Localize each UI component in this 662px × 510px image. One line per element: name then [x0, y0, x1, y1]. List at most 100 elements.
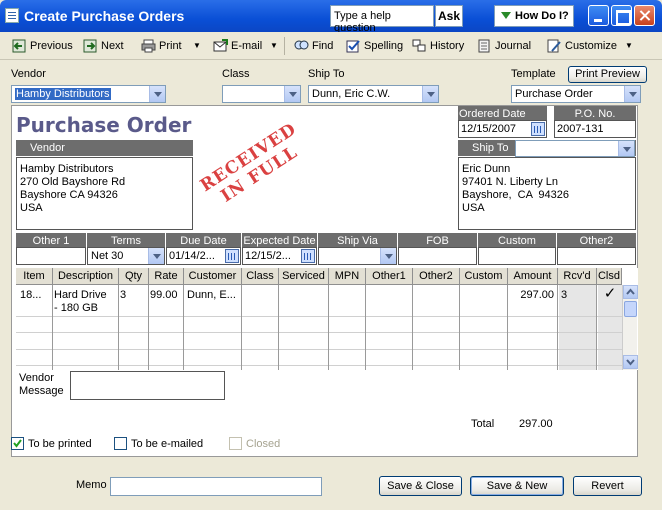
- print-preview-button[interactable]: Print Preview: [568, 66, 647, 83]
- vendor-address-box[interactable]: Hamby Distributors 270 Old Bayshore Rd B…: [16, 157, 193, 230]
- to-be-printed-label[interactable]: To be printed: [28, 438, 92, 450]
- fob-field[interactable]: [398, 247, 477, 265]
- ordered-date-field[interactable]: 12/15/2007: [458, 120, 547, 138]
- email-dropdown-icon[interactable]: ▼: [270, 36, 278, 56]
- cell-clsd-checkmark-icon[interactable]: ✓: [600, 286, 620, 302]
- toolbar: Previous Next Print ▼ E-mail ▼ Find Spel…: [0, 32, 662, 60]
- previous-button[interactable]: Previous: [10, 36, 73, 56]
- chevron-down-icon: [624, 86, 640, 102]
- due-date-field[interactable]: 01/14/2...: [166, 247, 241, 265]
- ship-to-address-dropdown[interactable]: [515, 140, 635, 157]
- email-button[interactable]: E-mail: [211, 36, 262, 56]
- customize-dropdown-icon[interactable]: ▼: [625, 36, 633, 56]
- row-divider: [16, 349, 622, 350]
- ordered-date-value: 12/15/2007: [461, 123, 517, 135]
- spelling-button[interactable]: Spelling: [344, 36, 403, 56]
- closed-checkbox[interactable]: [229, 437, 242, 450]
- cell-item[interactable]: 18...: [20, 289, 52, 302]
- column-header-item[interactable]: Item: [16, 268, 53, 285]
- other1-field[interactable]: [16, 247, 86, 265]
- col-divider: [596, 285, 597, 370]
- ask-button[interactable]: Ask: [435, 5, 463, 27]
- close-button[interactable]: [634, 5, 655, 26]
- customize-button[interactable]: Customize: [545, 36, 617, 56]
- email-label: E-mail: [231, 40, 263, 52]
- journal-label: Journal: [495, 40, 532, 52]
- grid-scrollbar[interactable]: [622, 285, 638, 370]
- chevron-down-icon: [149, 86, 165, 102]
- journal-button[interactable]: Journal: [475, 36, 531, 56]
- save-close-button[interactable]: Save & Close: [379, 476, 462, 496]
- window-title: Create Purchase Orders: [24, 8, 185, 24]
- other2-field[interactable]: [557, 247, 636, 265]
- column-header-customer[interactable]: Customer: [184, 268, 242, 285]
- column-header-mpn[interactable]: MPN: [329, 268, 366, 285]
- column-header-rate[interactable]: Rate: [149, 268, 184, 285]
- cell-qty[interactable]: 3: [120, 289, 148, 302]
- print-label: Print: [159, 40, 182, 52]
- column-header-description[interactable]: Description: [53, 268, 119, 285]
- column-header-clsd[interactable]: Clsd: [597, 268, 622, 285]
- to-be-printed-checkbox[interactable]: [11, 437, 24, 450]
- terms-dropdown[interactable]: Net 30: [87, 247, 165, 265]
- scroll-thumb[interactable]: [624, 301, 637, 317]
- calendar-icon[interactable]: [531, 122, 545, 136]
- column-header-qty[interactable]: Qty: [119, 268, 149, 285]
- closed-label[interactable]: Closed: [246, 438, 280, 450]
- column-header-amount[interactable]: Amount: [508, 268, 558, 285]
- cell-rcvd[interactable]: 3: [561, 289, 591, 302]
- column-header-serviced[interactable]: Serviced: [279, 268, 329, 285]
- calendar-icon[interactable]: [225, 249, 239, 263]
- col-divider: [328, 285, 329, 370]
- how-do-i-button[interactable]: How Do I?: [494, 5, 574, 27]
- ship-to-value: Dunn, Eric C.W.: [312, 88, 391, 100]
- vendor-message-field[interactable]: [70, 371, 225, 400]
- cell-description[interactable]: Hard Drive - 180 GB: [54, 289, 118, 315]
- template-value: Purchase Order: [515, 88, 593, 100]
- class-dropdown[interactable]: [222, 85, 301, 103]
- column-header-class[interactable]: Class: [242, 268, 279, 285]
- calendar-icon[interactable]: [301, 249, 315, 263]
- history-button[interactable]: History: [410, 36, 464, 56]
- ship-to-label: Ship To: [308, 68, 345, 80]
- col-divider: [278, 285, 279, 370]
- scroll-down-icon[interactable]: [623, 355, 638, 369]
- column-header-other2[interactable]: Other2: [413, 268, 460, 285]
- minimize-button[interactable]: [588, 5, 609, 26]
- expected-date-field[interactable]: 12/15/2...: [242, 247, 317, 265]
- to-be-emailed-checkbox[interactable]: [114, 437, 127, 450]
- ship-via-dropdown[interactable]: [318, 247, 397, 265]
- column-header-other1[interactable]: Other1: [366, 268, 413, 285]
- help-search-input[interactable]: Type a help question: [330, 5, 434, 34]
- next-button[interactable]: Next: [81, 36, 124, 56]
- print-dropdown-icon[interactable]: ▼: [193, 36, 201, 56]
- scroll-up-icon[interactable]: [623, 285, 638, 299]
- save-new-button[interactable]: Save & New: [470, 476, 564, 496]
- ship-to-dropdown[interactable]: Dunn, Eric C.W.: [308, 85, 439, 103]
- template-dropdown[interactable]: Purchase Order: [511, 85, 641, 103]
- to-be-emailed-label[interactable]: To be e-mailed: [131, 438, 203, 450]
- custom-field[interactable]: [478, 247, 556, 265]
- column-header-rcvd[interactable]: Rcv'd: [558, 268, 597, 285]
- cell-customer[interactable]: Dunn, E...: [187, 289, 241, 302]
- find-button[interactable]: Find: [292, 36, 333, 56]
- ship-to-address-box[interactable]: Eric Dunn 97401 N. Liberty Ln Bayshore, …: [458, 157, 636, 230]
- memo-label: Memo: [76, 479, 107, 491]
- vendor-dropdown[interactable]: Hamby Distributors: [11, 85, 166, 103]
- column-header-custom[interactable]: Custom: [460, 268, 508, 285]
- vendor-label: Vendor: [11, 68, 46, 80]
- find-label: Find: [312, 40, 334, 52]
- revert-button[interactable]: Revert: [573, 476, 642, 496]
- vendor-address-line: USA: [20, 202, 43, 214]
- maximize-button[interactable]: [611, 5, 632, 26]
- memo-field[interactable]: [110, 477, 322, 496]
- vendor-address-line: Hamby Distributors: [20, 163, 114, 175]
- print-button[interactable]: Print: [139, 36, 182, 56]
- chevron-down-icon: [422, 86, 438, 102]
- po-number-field[interactable]: 2007-131: [554, 120, 636, 138]
- template-label: Template: [511, 68, 556, 80]
- cell-rate[interactable]: 99.00: [150, 289, 183, 302]
- total-value: 297.00: [519, 418, 553, 430]
- cell-amount[interactable]: 297.00: [508, 289, 554, 302]
- ship-to-box-label-text: Ship To: [472, 142, 509, 154]
